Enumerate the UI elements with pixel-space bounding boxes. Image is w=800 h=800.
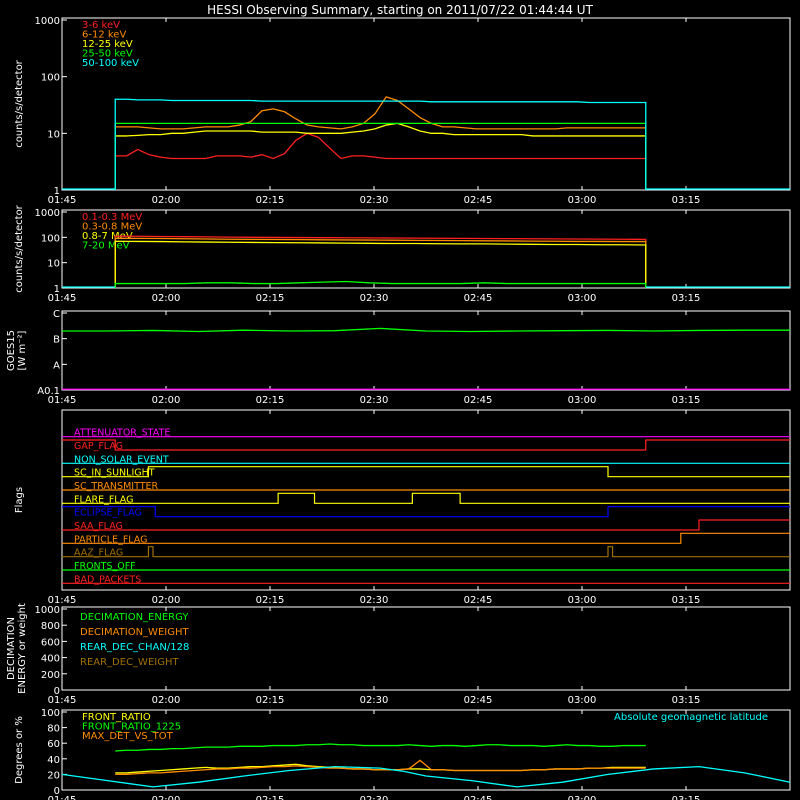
x-tick-label: 02:00 bbox=[152, 595, 181, 606]
y-tick-label: 0 bbox=[54, 686, 60, 697]
x-tick-label: 02:15 bbox=[256, 195, 285, 206]
legend-rear-dec-chan-128: REAR_DEC_CHAN/128 bbox=[80, 642, 189, 653]
x-tick-label: 02:30 bbox=[360, 395, 389, 406]
x-tick-label: 02:15 bbox=[256, 795, 285, 800]
x-tick-label: 03:15 bbox=[672, 395, 701, 406]
x-tick-label: 02:30 bbox=[360, 595, 389, 606]
x-tick-label: 02:15 bbox=[256, 293, 285, 304]
x-tick-label: 01:45 bbox=[48, 795, 77, 800]
x-tick-label: 03:15 bbox=[672, 595, 701, 606]
flags-ylabel: Flags bbox=[14, 487, 25, 513]
y-tick-label: 100 bbox=[41, 233, 60, 244]
x-tick-label: 03:00 bbox=[568, 395, 597, 406]
x-tick-label: 02:30 bbox=[360, 795, 389, 800]
x-tick-label: 03:00 bbox=[568, 795, 597, 800]
x-tick-label: 03:00 bbox=[568, 195, 597, 206]
y-tick-label: B bbox=[53, 335, 60, 346]
flag-label-fronts-off: FRONTS_OFF bbox=[74, 561, 136, 572]
flag-label-sc-transmitter: SC_TRANSMITTER bbox=[74, 481, 159, 492]
legend-max-det-vs-tot: MAX_DET_VS_TOT bbox=[82, 731, 174, 742]
y-tick-label: 100 bbox=[41, 708, 60, 719]
x-tick-label: 02:45 bbox=[464, 195, 493, 206]
flag-label-bad-packets: BAD_PACKETS bbox=[74, 574, 141, 585]
x-tick-label: 03:15 bbox=[672, 695, 701, 706]
y-tick-label: C bbox=[53, 309, 60, 320]
flag-label-particle-flag: PARTICLE_FLAG bbox=[74, 534, 147, 545]
lo-energy-ylabel: counts/s/detector bbox=[14, 59, 25, 147]
x-tick-label: 02:30 bbox=[360, 195, 389, 206]
x-tick-label: 03:15 bbox=[672, 195, 701, 206]
goes-ylabel2: [W m⁻²] bbox=[17, 330, 28, 370]
x-tick-label: 03:15 bbox=[672, 795, 701, 800]
flag-label-non-solar-event: NON_SOLAR_EVENT bbox=[74, 454, 169, 465]
x-tick-label: 02:15 bbox=[256, 695, 285, 706]
x-tick-label: 02:15 bbox=[256, 395, 285, 406]
y-tick-label: 1000 bbox=[35, 16, 60, 27]
flag-label-flare-flag: FLARE_FLAG bbox=[74, 494, 134, 505]
y-tick-label: 200 bbox=[41, 670, 60, 681]
y-tick-label: 80 bbox=[47, 724, 60, 735]
y-tick-label: 1 bbox=[54, 284, 60, 295]
hessi-summary-figure: HESSI Observing Summary, starting on 201… bbox=[0, 0, 800, 800]
flag-label-saa-flag-top: GAP_FLAG bbox=[74, 441, 123, 452]
ratio-ylabel: Degrees or % bbox=[14, 716, 25, 784]
goes-ylabel: GOES15 bbox=[6, 330, 17, 371]
y-tick-label: 0 bbox=[54, 786, 60, 797]
legend-50-100-kev: 50-100 keV bbox=[82, 58, 139, 69]
x-tick-label: 02:45 bbox=[464, 395, 493, 406]
y-tick-label: 20 bbox=[47, 770, 60, 781]
legend-rear-dec-weight: REAR_DEC_WEIGHT bbox=[80, 657, 179, 668]
x-tick-label: 01:45 bbox=[48, 695, 77, 706]
y-tick-label: 1 bbox=[54, 186, 60, 197]
y-tick-label: 100 bbox=[41, 73, 60, 84]
x-tick-label: 02:15 bbox=[256, 595, 285, 606]
decimation-ylabel: DECIMATION bbox=[6, 617, 17, 680]
x-tick-label: 03:00 bbox=[568, 293, 597, 304]
y-tick-label: 10 bbox=[47, 129, 60, 140]
x-tick-label: 02:00 bbox=[152, 293, 181, 304]
x-tick-label: 02:00 bbox=[152, 195, 181, 206]
figure-title: HESSI Observing Summary, starting on 201… bbox=[207, 3, 593, 17]
flag-label-aaz-flag: AAZ_FLAG bbox=[74, 548, 123, 559]
legend-decimation-energy: DECIMATION_ENERGY bbox=[80, 612, 189, 623]
y-tick-label: A bbox=[53, 360, 60, 371]
x-tick-label: 03:00 bbox=[568, 595, 597, 606]
x-tick-label: 02:30 bbox=[360, 695, 389, 706]
x-tick-label: 02:30 bbox=[360, 293, 389, 304]
x-tick-label: 01:45 bbox=[48, 293, 77, 304]
y-tick-label: 1000 bbox=[35, 605, 60, 616]
chart-stage: HESSI Observing Summary, starting on 201… bbox=[0, 0, 800, 800]
flag-label-saa-flag: SAA_FLAG bbox=[74, 521, 123, 532]
y-tick-label: A0.1 bbox=[37, 386, 60, 397]
x-tick-label: 02:00 bbox=[152, 695, 181, 706]
legend-7-20-mev: 7-20 MeV bbox=[82, 241, 130, 252]
flag-label-sc-in-sunlight: SC_IN_SUNLIGHT bbox=[74, 468, 155, 479]
y-tick-label: 60 bbox=[47, 739, 60, 750]
y-tick-label: 40 bbox=[47, 755, 60, 766]
y-tick-label: 600 bbox=[41, 637, 60, 648]
x-tick-label: 03:00 bbox=[568, 695, 597, 706]
hi-energy-ylabel: counts/s/detector bbox=[14, 204, 25, 292]
decimation-ylabel2: ENERGY or weight bbox=[17, 603, 28, 694]
y-tick-label: 800 bbox=[41, 621, 60, 632]
x-tick-label: 02:45 bbox=[464, 293, 493, 304]
legend-decimation-weight: DECIMATION_WEIGHT bbox=[80, 627, 189, 638]
x-tick-label: 02:45 bbox=[464, 795, 493, 800]
geomag-annotation: Absolute geomagnetic latitude bbox=[614, 712, 768, 723]
y-tick-label: 400 bbox=[41, 654, 60, 665]
x-tick-label: 02:45 bbox=[464, 695, 493, 706]
flag-label-attenuator-state: ATTENUATOR_STATE bbox=[74, 428, 170, 439]
x-tick-label: 03:15 bbox=[672, 293, 701, 304]
y-tick-label: 1000 bbox=[35, 208, 60, 219]
x-tick-label: 02:00 bbox=[152, 795, 181, 800]
flag-label-eclipse-flag: ECLIPSE_FLAG bbox=[74, 508, 142, 519]
y-tick-label: 10 bbox=[47, 259, 60, 270]
x-tick-label: 02:00 bbox=[152, 395, 181, 406]
x-tick-label: 02:45 bbox=[464, 595, 493, 606]
x-tick-label: 01:45 bbox=[48, 195, 77, 206]
